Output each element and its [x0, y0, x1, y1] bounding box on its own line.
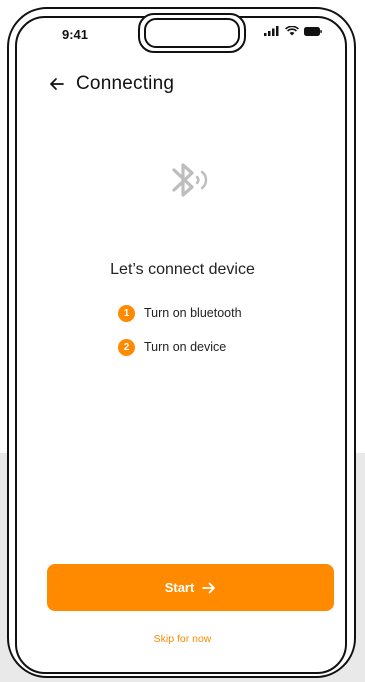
page-title: Connecting: [76, 73, 175, 94]
connection-steps: 1 Turn on bluetooth 2 Turn on device: [118, 303, 242, 371]
step-item: 1 Turn on bluetooth: [118, 303, 242, 323]
step-text: Turn on bluetooth: [144, 306, 242, 320]
arrow-right-icon: [202, 582, 216, 593]
start-button-label: Start: [164, 580, 195, 595]
wifi-icon: [285, 26, 299, 36]
start-button[interactable]: Start: [47, 564, 334, 611]
status-icons: [264, 26, 322, 36]
connect-headline: Let’s connect device: [110, 261, 255, 278]
page-header: Connecting: [48, 73, 174, 95]
skip-for-now-link[interactable]: Skip for now: [0, 633, 365, 645]
step-item: 2 Turn on device: [118, 337, 242, 357]
arrow-left-icon[interactable]: [48, 75, 66, 93]
device-notch-inner: [144, 18, 240, 48]
step-text: Turn on device: [144, 340, 227, 354]
status-time: 9:41: [62, 27, 89, 42]
step-number-badge: 2: [118, 338, 135, 356]
step-number-badge: 1: [118, 304, 135, 322]
cellular-signal-icon: [264, 26, 279, 36]
battery-icon: [304, 26, 322, 36]
bluetooth-searching-icon: [172, 163, 208, 197]
